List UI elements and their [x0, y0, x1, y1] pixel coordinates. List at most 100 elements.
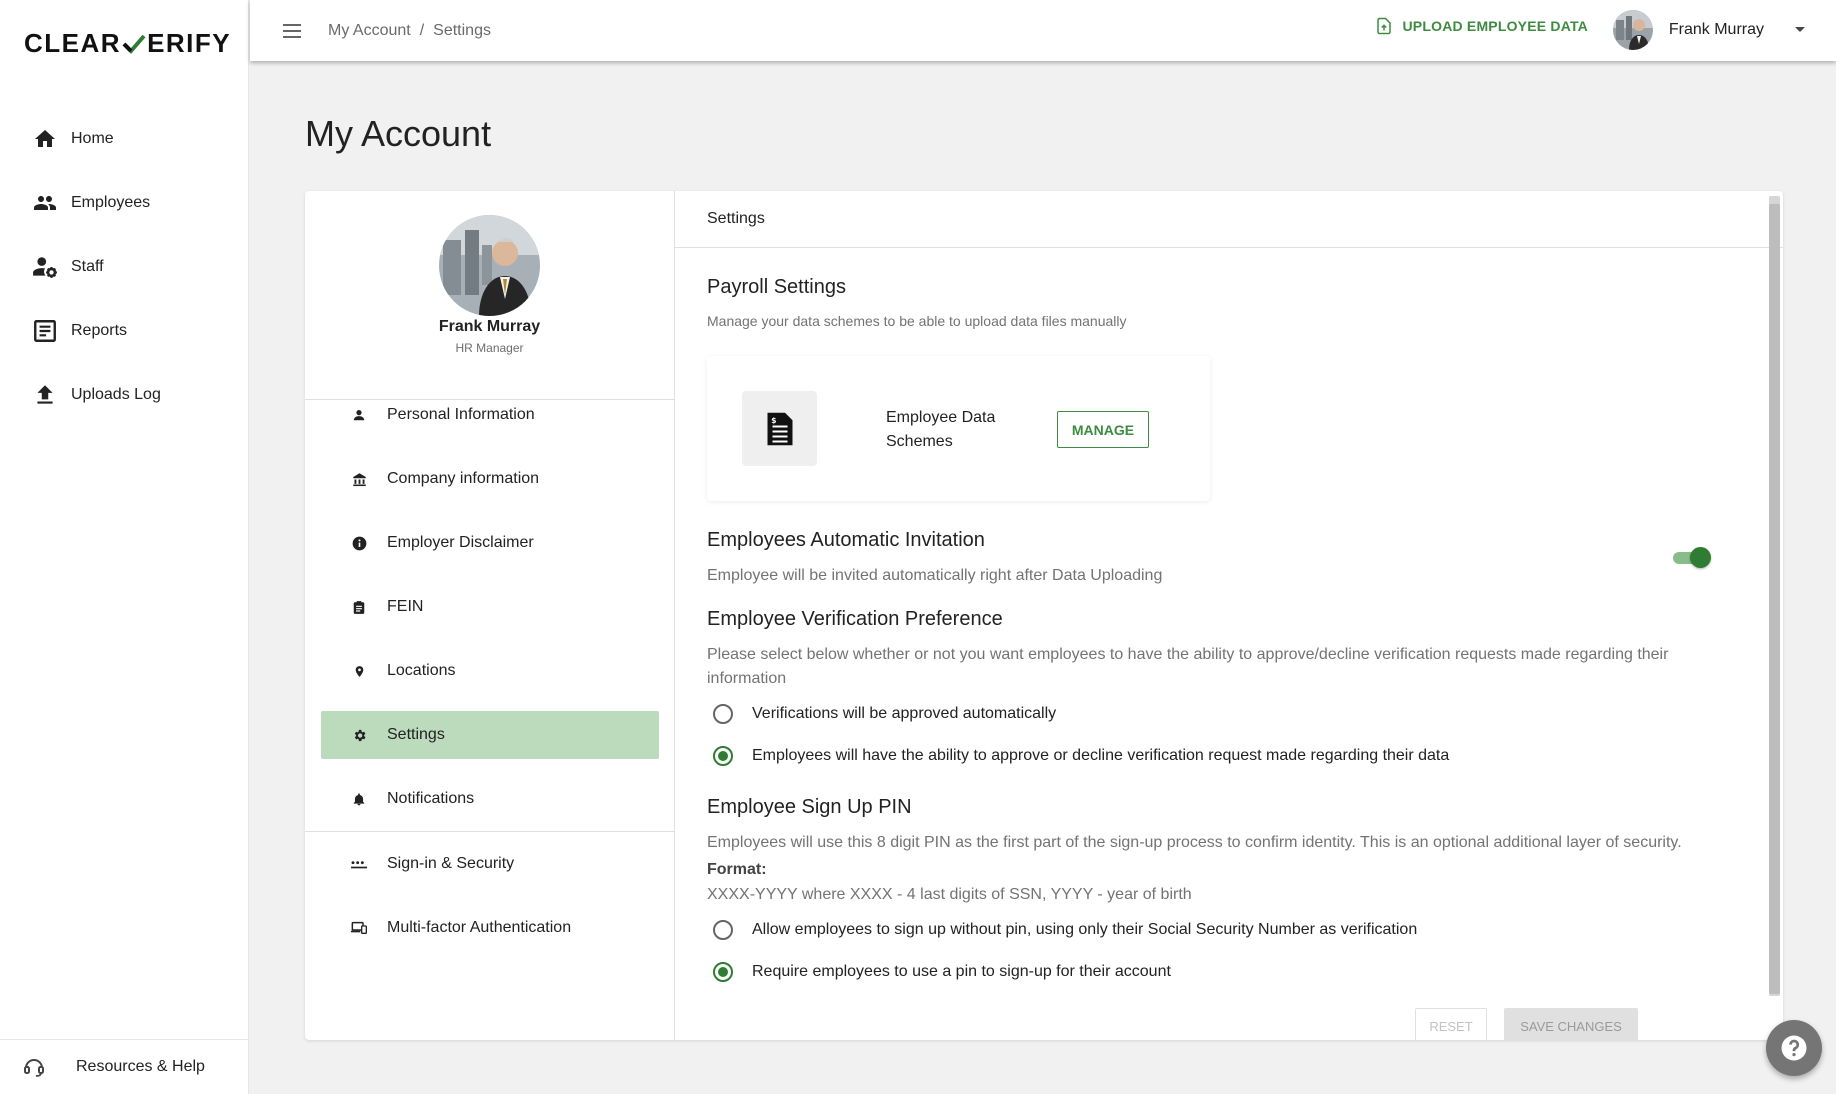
radio-employees-approve-decline[interactable]: Employees will have the ability to appro…	[713, 746, 1449, 766]
top-app-bar: My Account / Settings UPLOAD EMPLOYEE DA…	[250, 0, 1836, 61]
checkmark-icon	[122, 34, 146, 54]
info-icon	[351, 535, 367, 551]
sidebar-item-employees[interactable]: Employees	[30, 183, 150, 223]
user-name: Frank Murray	[1668, 21, 1764, 38]
svg-text:$: $	[771, 415, 776, 424]
breadcrumb-settings: Settings	[433, 21, 491, 39]
sidebar-item-reports[interactable]: Reports	[30, 311, 127, 351]
file-upload-icon	[1376, 17, 1391, 35]
staff-settings-icon	[30, 252, 60, 282]
payroll-settings-desc: Manage your data schemes to be able to u…	[707, 313, 1127, 329]
resources-help-label: Resources & Help	[76, 1058, 205, 1075]
save-changes-button[interactable]: SAVE CHANGES	[1504, 1008, 1638, 1040]
resources-help-link[interactable]: Resources & Help	[0, 1039, 249, 1094]
menu-item-label: Locations	[387, 662, 456, 679]
breadcrumb: My Account / Settings	[328, 22, 491, 40]
location-pin-icon	[351, 663, 367, 679]
menu-item-fein[interactable]: FEIN	[321, 583, 659, 631]
gear-icon	[351, 727, 367, 743]
payroll-settings-title: Payroll Settings	[707, 276, 846, 298]
settings-header: Settings	[675, 191, 1783, 248]
verification-preference-title: Employee Verification Preference	[707, 608, 1003, 630]
radio-verify-automatically[interactable]: Verifications will be approved automatic…	[713, 704, 1056, 724]
sidebar-item-uploads-log[interactable]: Uploads Log	[30, 375, 161, 415]
menu-item-multi-factor-authentication[interactable]: Multi-factor Authentication	[321, 904, 659, 952]
sidebar-item-label: Staff	[71, 258, 104, 275]
radio-label: Allow employees to sign up without pin, …	[752, 921, 1418, 938]
radio-button-selected	[713, 962, 733, 982]
profile-header: Frank Murray HR Manager	[305, 215, 674, 400]
menu-item-settings[interactable]: Settings	[321, 711, 659, 759]
profile-role: HR Manager	[455, 341, 524, 355]
radio-label: Require employees to use a pin to sign-u…	[752, 963, 1171, 980]
menu-item-label: FEIN	[387, 598, 424, 615]
settings-panel: Settings Payroll Settings Manage your da…	[675, 191, 1783, 1040]
menu-item-label: Employer Disclaimer	[387, 534, 534, 551]
user-menu[interactable]: Frank Murray	[1612, 10, 1806, 50]
home-icon	[30, 124, 60, 154]
radio-require-pin[interactable]: Require employees to use a pin to sign-u…	[713, 962, 1171, 982]
menu-item-label: Multi-factor Authentication	[387, 919, 572, 936]
help-icon	[1781, 1035, 1807, 1061]
radio-button	[713, 704, 733, 724]
devices-icon	[351, 920, 367, 936]
bank-icon	[351, 471, 367, 487]
avatar	[439, 215, 540, 316]
sidebar-item-label: Home	[71, 130, 114, 147]
menu-item-label: Personal Information	[387, 406, 535, 423]
sign-up-pin-desc: Employees will use this 8 digit PIN as t…	[707, 834, 1682, 851]
sign-up-pin-title: Employee Sign Up PIN	[707, 796, 912, 818]
avatar	[1612, 10, 1653, 50]
menu-item-label: Settings	[387, 726, 445, 743]
sidebar-item-staff[interactable]: Staff	[30, 247, 104, 287]
app-sidebar: CLEAR ERIFY Home Employees Staff Reports…	[0, 0, 249, 1094]
breadcrumb-my-account[interactable]: My Account	[328, 22, 411, 40]
page-title: My Account	[305, 113, 492, 154]
menu-item-locations[interactable]: Locations	[321, 647, 659, 695]
radio-sign-up-without-pin[interactable]: Allow employees to sign up without pin, …	[713, 920, 1417, 940]
automatic-invitation-desc: Employee will be invited automatically r…	[707, 567, 1163, 584]
document-icon: $	[767, 412, 792, 445]
sidebar-item-label: Reports	[71, 322, 128, 339]
menu-icon[interactable]	[280, 19, 304, 43]
menu-item-label: Company information	[387, 470, 540, 487]
menu-item-notifications[interactable]: Notifications	[321, 775, 659, 823]
menu-item-label: Notifications	[387, 790, 475, 807]
pin-format-label: Format:	[707, 861, 767, 878]
bell-icon	[351, 791, 367, 807]
password-icon	[351, 856, 367, 872]
menu-item-personal-information[interactable]: Personal Information	[321, 391, 659, 439]
profile-name: Frank Murray	[438, 318, 541, 335]
person-icon	[351, 407, 367, 423]
menu-item-employer-disclaimer[interactable]: Employer Disclaimer	[321, 519, 659, 567]
manage-button[interactable]: MANAGE	[1057, 411, 1149, 448]
automatic-invitation-title: Employees Automatic Invitation	[707, 529, 985, 551]
menu-item-company-information[interactable]: Company information	[321, 455, 659, 503]
upload-employee-data-button[interactable]: UPLOAD EMPLOYEE DATA	[1375, 16, 1589, 36]
scrollbar-thumb[interactable]	[1769, 204, 1780, 994]
profile-column: Frank Murray HR Manager Personal Informa…	[305, 191, 675, 1040]
radio-label: Employees will have the ability to appro…	[752, 747, 1450, 764]
menu-item-label: Sign-in & Security	[387, 855, 515, 872]
radio-button	[713, 920, 733, 940]
help-button[interactable]	[1766, 1020, 1822, 1076]
upload-employee-data-label: UPLOAD EMPLOYEE DATA	[1402, 18, 1588, 34]
automatic-invitation-toggle[interactable]	[1673, 547, 1711, 569]
logo-text-right: ERIFY	[147, 28, 232, 58]
sidebar-item-home[interactable]: Home	[30, 119, 114, 159]
menu-item-sign-in-security[interactable]: Sign-in & Security	[321, 840, 659, 888]
sidebar-item-label: Employees	[71, 194, 151, 211]
people-icon	[30, 188, 60, 218]
radio-label: Verifications will be approved automatic…	[752, 705, 1057, 722]
reset-button[interactable]: RESET	[1415, 1008, 1487, 1040]
verification-preference-desc: Please select below whether or not you w…	[707, 646, 1669, 687]
breadcrumb-separator: /	[419, 21, 425, 39]
employee-data-schemes-card: $ Employee Data Schemes MANAGE	[707, 356, 1210, 501]
clipboard-icon	[351, 599, 367, 615]
logo-text-left: CLEAR	[24, 28, 122, 58]
document-icon-tile: $	[742, 391, 817, 466]
upload-icon	[30, 380, 60, 410]
clearverify-logo[interactable]: CLEAR ERIFY	[24, 28, 231, 59]
report-icon	[30, 316, 60, 346]
chevron-down-icon	[1795, 27, 1805, 32]
